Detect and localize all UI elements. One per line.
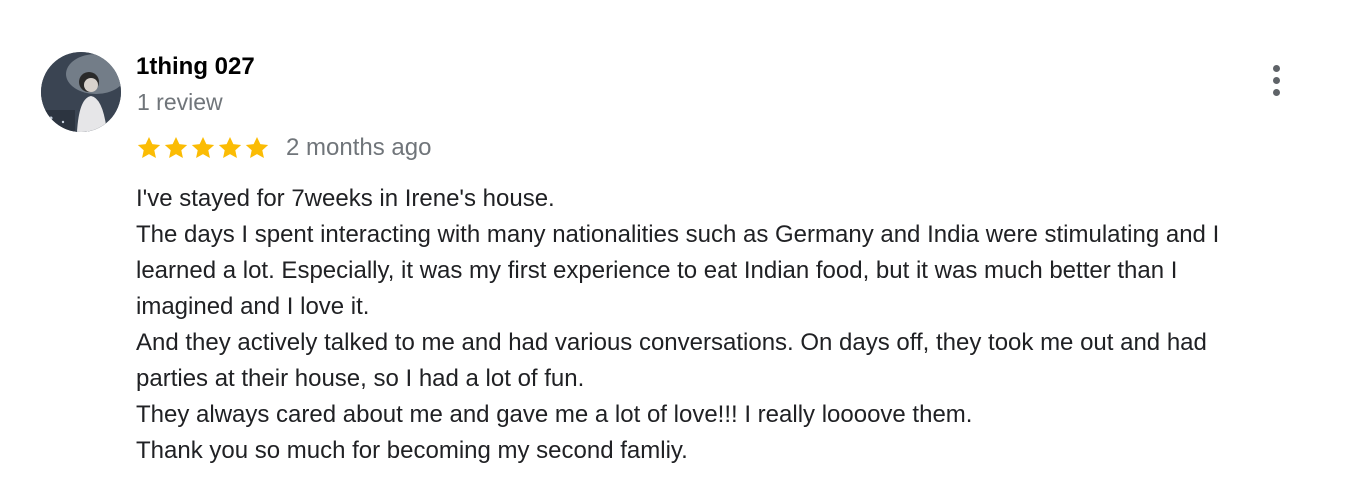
review-text: I've stayed for 7weeks in Irene's house.… (136, 181, 1336, 469)
avatar-photo (41, 52, 121, 132)
review-text-line: Thank you so much for becoming my second… (136, 437, 688, 464)
author-review-count[interactable]: 1 review (137, 88, 223, 116)
review-text-line: learned a lot. Especially, it was my fir… (136, 257, 1178, 284)
star-icon (191, 136, 215, 158)
review-text-line: They always cared about me and gave me a… (136, 401, 973, 428)
more-vert-icon-dot (1272, 88, 1280, 96)
review-card: 1thing 027 1 review 2 months ago I've st… (0, 0, 1372, 490)
author-name[interactable]: 1thing 027 (136, 52, 255, 82)
more-options-button[interactable] (1260, 60, 1292, 100)
review-date: 2 months ago (286, 134, 432, 161)
star-icon (137, 136, 161, 158)
star-rating (136, 135, 270, 161)
review-text-line: I've stayed for 7weeks in Irene's house. (136, 185, 555, 212)
star-icon (218, 136, 242, 158)
more-vert-icon-dot (1272, 76, 1280, 84)
review-text-line: And they actively talked to me and had v… (136, 329, 1207, 356)
rating-row: 2 months ago (136, 132, 431, 164)
review-text-line: The days I spent interacting with many n… (136, 221, 1220, 248)
more-vert-icon-dot (1272, 64, 1280, 72)
avatar[interactable] (41, 52, 121, 132)
star-icon (245, 136, 269, 158)
star-icon (164, 136, 188, 158)
review-text-line: parties at their house, so I had a lot o… (136, 365, 585, 392)
review-text-line: imagined and I love it. (136, 293, 370, 320)
